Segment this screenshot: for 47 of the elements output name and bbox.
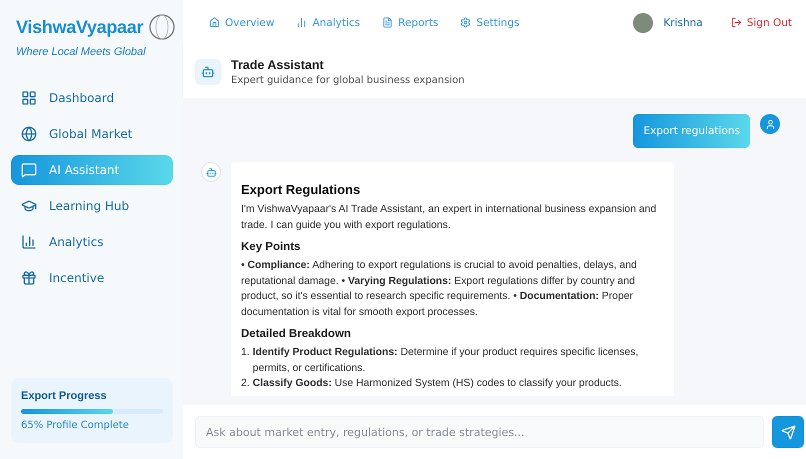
graduation-cap-icon	[21, 198, 37, 214]
sign-out-link[interactable]: Sign Out	[730, 16, 792, 28]
sidebar-item[interactable]: Incentive	[11, 263, 173, 293]
brand-name: VishwaVyapaar	[16, 16, 144, 38]
bar-chart-icon	[296, 17, 308, 28]
sidebar-item[interactable]: Analytics	[11, 227, 173, 257]
user-icon	[760, 114, 780, 134]
globe-logo-icon	[149, 14, 176, 40]
message-heading: Export Regulations	[241, 182, 362, 197]
send-icon	[780, 424, 796, 440]
message-paragraph: • Compliance: Adhering to export regulations is crucial to avoid penalties, delays, and reputational damage. • Varying Regulations: Export regulations differ by country and product, so it's essential to research specific requirements. • Documentation: Proper documentation is vital for smooth export processes.	[241, 259, 638, 320]
nav-link[interactable]: Settings	[460, 16, 520, 28]
sidebar-item[interactable]: Learning Hub	[11, 191, 173, 221]
robot-icon	[195, 58, 221, 84]
globe-icon	[21, 126, 37, 142]
home-icon	[209, 17, 220, 28]
avatar-placeholder	[633, 12, 654, 32]
bar-chart-icon	[21, 234, 37, 250]
list-item-text: Identify Product Regulations: Determine if your product requires specific licenses, permits, or certifications.	[252, 346, 640, 376]
chat-bubble-icon	[21, 162, 37, 178]
logout-icon	[730, 17, 742, 28]
user-name: Krishna	[663, 16, 703, 28]
section-heading: Detailed Breakdown	[241, 328, 352, 340]
nav-link[interactable]: Reports	[382, 16, 438, 28]
chat-title: Trade Assistant	[231, 58, 325, 72]
message-input[interactable]: Ask about market entry, regulations, or trade strategies...	[195, 416, 764, 448]
list-number: 2.	[241, 377, 250, 391]
sidebar-item[interactable]: Dashboard	[11, 83, 173, 113]
list-item-text: Classify Goods: Use Harmonized System (HS) codes to classify your products.	[252, 377, 622, 391]
chat-subtitle: Expert guidance for global business expansion	[231, 74, 465, 86]
progress-caption: 65% Profile Complete	[21, 420, 130, 431]
grid-icon	[21, 90, 37, 106]
send-button[interactable]	[772, 416, 804, 448]
gift-icon	[21, 270, 37, 286]
sidebar-item[interactable]: Global Market	[11, 119, 173, 149]
tagline: Where Local Meets Global	[15, 46, 147, 58]
sidebar-item[interactable]: AI Assistant	[11, 155, 173, 185]
message-paragraph: I'm VishwaVyapaar's AI Trade Assistant, an expert in international business expansion and trade. I can guide you with export regulations.	[241, 203, 658, 232]
nav-link[interactable]: Overview	[209, 16, 274, 28]
user-message: Export regulations	[633, 114, 750, 148]
section-heading: Key Points	[241, 241, 302, 253]
nav-link[interactable]: Analytics	[296, 16, 360, 28]
robot-icon	[201, 162, 221, 182]
settings-icon	[460, 17, 472, 28]
document-icon	[382, 17, 394, 28]
progress-title: Export Progress	[21, 390, 108, 402]
list-number: 1.	[241, 346, 250, 360]
